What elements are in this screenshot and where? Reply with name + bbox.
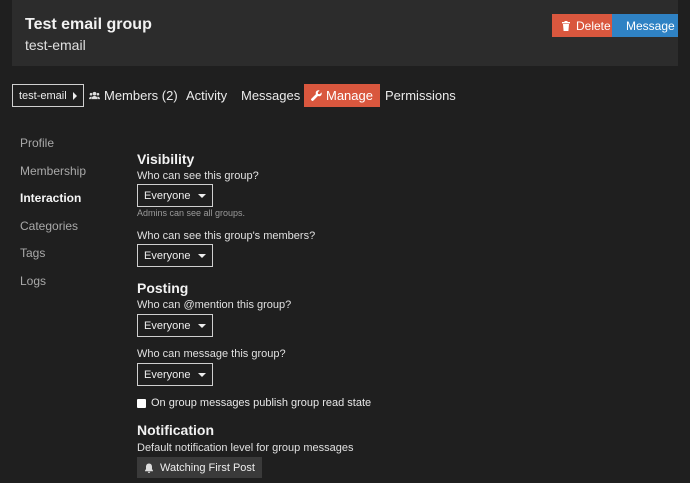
tab-members[interactable]: Members (2) xyxy=(89,84,178,107)
bell-icon xyxy=(145,463,153,473)
sidebar-item-interaction[interactable]: Interaction xyxy=(20,190,86,218)
group-subtitle: test-email xyxy=(25,37,86,53)
publish-read-state-checkbox[interactable] xyxy=(137,398,146,408)
sidebar-item-categories[interactable]: Categories xyxy=(20,218,86,246)
message-button[interactable]: Message xyxy=(612,14,678,37)
tab-manage[interactable]: Manage xyxy=(304,84,380,107)
see-members-select[interactable]: Everyone xyxy=(137,244,214,267)
message-question: Who can message this group? xyxy=(137,348,286,360)
see-members-question: Who can see this group's members? xyxy=(137,230,316,242)
message-select[interactable]: Everyone xyxy=(137,363,214,386)
sidebar-item-membership[interactable]: Membership xyxy=(20,163,86,191)
group-dropdown-label: test-email xyxy=(19,89,67,102)
see-members-value: Everyone xyxy=(144,249,191,262)
message-value: Everyone xyxy=(144,368,191,381)
see-group-question: Who can see this group? xyxy=(137,170,259,182)
caret-down-icon xyxy=(198,193,207,198)
posting-heading: Posting xyxy=(137,280,189,296)
tab-permissions[interactable]: Permissions xyxy=(385,84,456,107)
delete-label: Delete xyxy=(576,18,611,33)
caret-right-icon xyxy=(72,91,77,100)
group-header: Test email group test-email Delete Messa… xyxy=(12,0,678,66)
notification-question: Default notification level for group mes… xyxy=(137,442,354,454)
see-group-hint: Admins can see all groups. xyxy=(137,208,246,218)
notification-heading: Notification xyxy=(137,422,214,438)
group-nav: test-email Members (2) Activity Messages… xyxy=(12,84,678,108)
message-label: Message xyxy=(626,18,675,33)
delete-button[interactable]: Delete xyxy=(552,14,620,37)
mention-question: Who can @mention this group? xyxy=(137,299,292,311)
tab-activity[interactable]: Activity xyxy=(186,84,227,107)
trash-icon xyxy=(562,20,570,31)
sidebar-item-tags[interactable]: Tags xyxy=(20,245,86,273)
caret-down-icon xyxy=(198,253,207,258)
mention-select[interactable]: Everyone xyxy=(137,314,214,337)
manage-sidebar: Profile Membership Interaction Categorie… xyxy=(20,135,86,300)
see-group-value: Everyone xyxy=(144,189,191,202)
tab-messages[interactable]: Messages xyxy=(241,84,300,107)
tab-manage-label: Manage xyxy=(326,88,373,103)
caret-down-icon xyxy=(198,323,207,328)
notification-level-button[interactable]: Watching First Post xyxy=(137,457,262,478)
tab-members-label: Members (2) xyxy=(104,88,178,103)
publish-read-state-row[interactable]: On group messages publish group read sta… xyxy=(137,397,371,409)
group-title: Test email group xyxy=(25,16,152,33)
visibility-heading: Visibility xyxy=(137,151,195,167)
sidebar-item-profile[interactable]: Profile xyxy=(20,135,86,163)
publish-read-state-label: On group messages publish group read sta… xyxy=(151,397,372,409)
caret-down-icon xyxy=(198,372,207,377)
wrench-icon xyxy=(311,90,322,101)
see-group-select[interactable]: Everyone xyxy=(137,184,214,207)
notification-level-value: Watching First Post xyxy=(160,461,255,474)
users-icon xyxy=(89,91,100,100)
sidebar-item-logs[interactable]: Logs xyxy=(20,273,86,301)
mention-value: Everyone xyxy=(144,319,191,332)
group-dropdown[interactable]: test-email xyxy=(12,84,84,107)
